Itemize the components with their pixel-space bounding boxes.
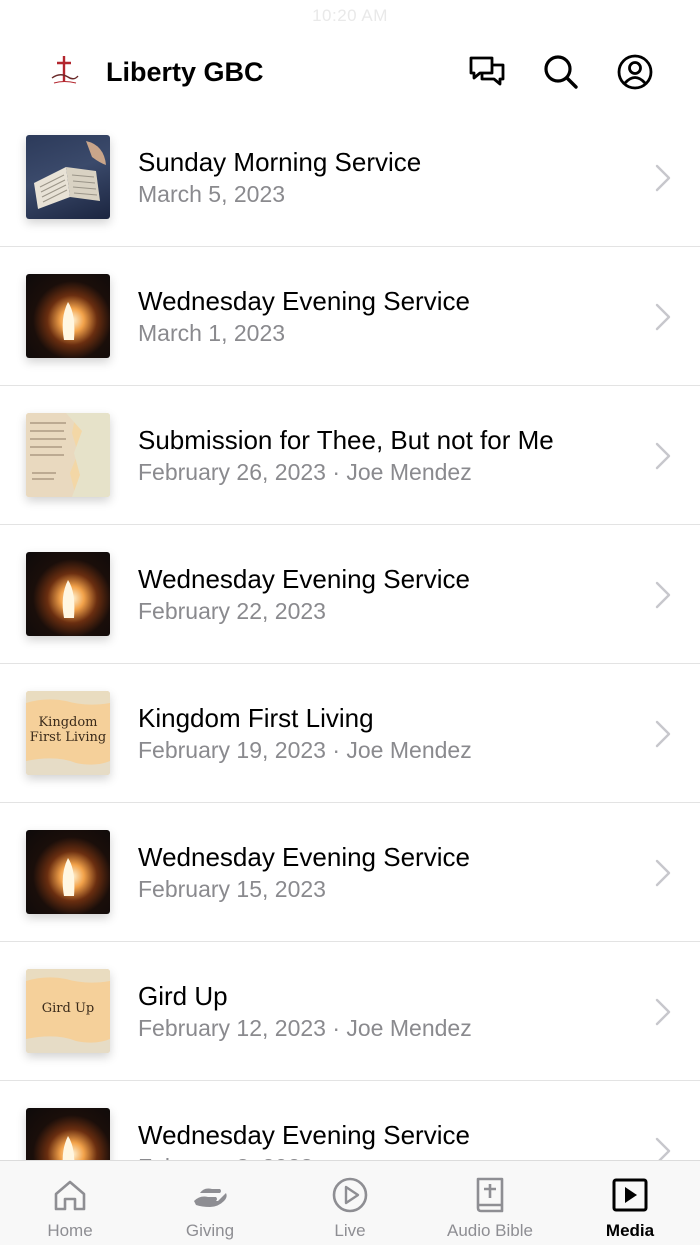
tab-label: Live (334, 1221, 366, 1240)
list-item[interactable]: Wednesday Evening Service February 15, 2… (0, 803, 700, 942)
media-title: Wednesday Evening Service (138, 564, 470, 594)
media-subtitle: March 5, 2023 (138, 181, 286, 207)
tab-label: Home (47, 1221, 93, 1240)
list-item[interactable]: Gird Up Gird Up February 12, 2023 · Joe … (0, 942, 700, 1081)
media-title: Wednesday Evening Service (138, 842, 470, 872)
media-subtitle: February 15, 2023 (138, 876, 326, 902)
tab-media[interactable]: Media (560, 1161, 700, 1245)
tab-label: Media (605, 1221, 655, 1240)
account-icon[interactable] (615, 52, 655, 92)
torn-paper-thumbnail (26, 413, 110, 497)
list-item[interactable]: Submission for Thee, But not for Me Febr… (0, 386, 700, 525)
chevron-right-icon (655, 1137, 671, 1160)
church-logo (44, 52, 84, 92)
empty-tomb-thumbnail (26, 830, 110, 914)
chat-icon[interactable] (467, 52, 507, 92)
chevron-right-icon (655, 164, 671, 192)
chevron-right-icon (655, 581, 671, 609)
tab-bar: Home Giving Live Audio Bible Media (0, 1160, 700, 1245)
media-title: Submission for Thee, But not for Me (138, 425, 554, 455)
list-item[interactable]: Wednesday Evening Service February 8, 20… (0, 1081, 700, 1160)
status-bar-time: 10:20 AM (312, 6, 388, 25)
play-circle-icon (332, 1177, 368, 1213)
tab-label: Giving (185, 1221, 235, 1240)
media-play-icon (612, 1178, 648, 1212)
tab-live[interactable]: Live (280, 1161, 420, 1245)
bible-book-icon (476, 1177, 504, 1213)
media-title: Wednesday Evening Service (138, 1120, 470, 1150)
search-icon[interactable] (541, 52, 581, 92)
media-title: Sunday Morning Service (138, 147, 422, 177)
chevron-right-icon (655, 998, 671, 1026)
chevron-right-icon (655, 859, 671, 887)
bible-photo-thumbnail (26, 135, 110, 219)
list-item[interactable]: Wednesday Evening Service March 1, 2023 (0, 247, 700, 386)
media-title: Kingdom First Living (138, 703, 374, 733)
kingdom-first-thumbnail: Kingdom First Living (26, 691, 110, 775)
media-subtitle: February 12, 2023 · Joe Mendez (138, 1015, 472, 1041)
media-subtitle: February 8, 2023 (138, 1152, 313, 1160)
chevron-right-icon (655, 303, 671, 331)
empty-tomb-thumbnail (26, 1108, 110, 1160)
list-item[interactable]: Sunday Morning Service March 5, 2023 (0, 108, 700, 247)
app-header: Liberty GBC (0, 40, 700, 104)
list-item[interactable]: Kingdom First Living Kingdom First Livin… (0, 664, 700, 803)
empty-tomb-thumbnail (26, 274, 110, 358)
media-title: Gird Up (138, 981, 228, 1011)
tab-label: Audio Bible (446, 1221, 533, 1240)
list-item[interactable]: Wednesday Evening Service February 22, 2… (0, 525, 700, 664)
empty-tomb-thumbnail (26, 552, 110, 636)
chevron-right-icon (655, 720, 671, 748)
thumbnail-caption: Kingdom First Living (29, 715, 107, 745)
media-list: Sunday Morning Service March 5, 2023 Wed… (0, 108, 700, 1160)
media-subtitle: March 1, 2023 (138, 320, 286, 346)
media-subtitle: February 19, 2023 · Joe Mendez (138, 737, 472, 763)
app-title: Liberty GBC (106, 57, 264, 87)
gird-up-thumbnail: Gird Up (26, 969, 110, 1053)
media-title: Wednesday Evening Service (138, 286, 470, 316)
tab-home[interactable]: Home (0, 1161, 140, 1245)
chevron-right-icon (655, 442, 671, 470)
giving-hand-icon (194, 1188, 227, 1207)
tab-audio-bible[interactable]: Audio Bible (420, 1161, 560, 1245)
media-subtitle: February 26, 2023 · Joe Mendez (138, 459, 472, 485)
home-icon (54, 1180, 86, 1211)
thumbnail-caption: Gird Up (41, 1001, 95, 1016)
media-subtitle: February 22, 2023 (138, 598, 326, 624)
tab-giving[interactable]: Giving (140, 1161, 280, 1245)
